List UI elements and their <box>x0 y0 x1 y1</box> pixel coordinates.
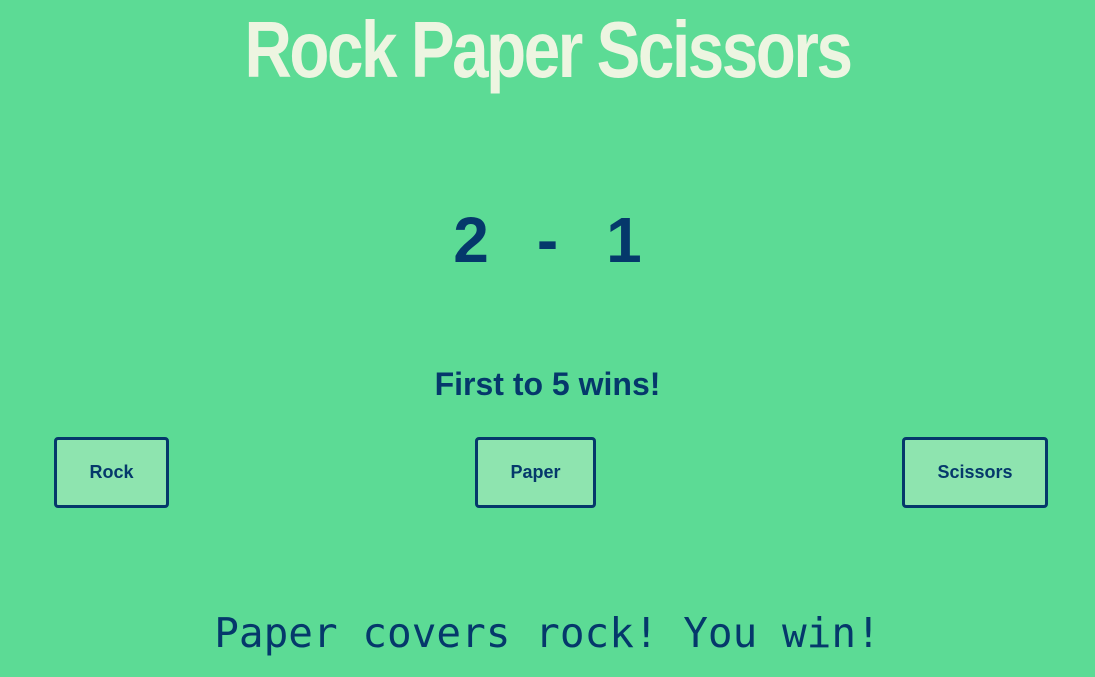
win-condition-text: First to 5 wins! <box>434 366 661 402</box>
computer-score: 1 <box>606 204 642 276</box>
round-result-message: Paper covers rock! You win! <box>214 609 881 657</box>
game-title: Rock Paper Scissors <box>244 5 853 94</box>
scissors-button[interactable]: Scissors <box>902 437 1048 508</box>
rock-button[interactable]: Rock <box>54 437 169 508</box>
scoreboard: 2-1 <box>0 200 1095 280</box>
paper-button[interactable]: Paper <box>475 437 596 508</box>
score-separator: - <box>536 204 559 276</box>
player-score: 2 <box>453 204 489 276</box>
